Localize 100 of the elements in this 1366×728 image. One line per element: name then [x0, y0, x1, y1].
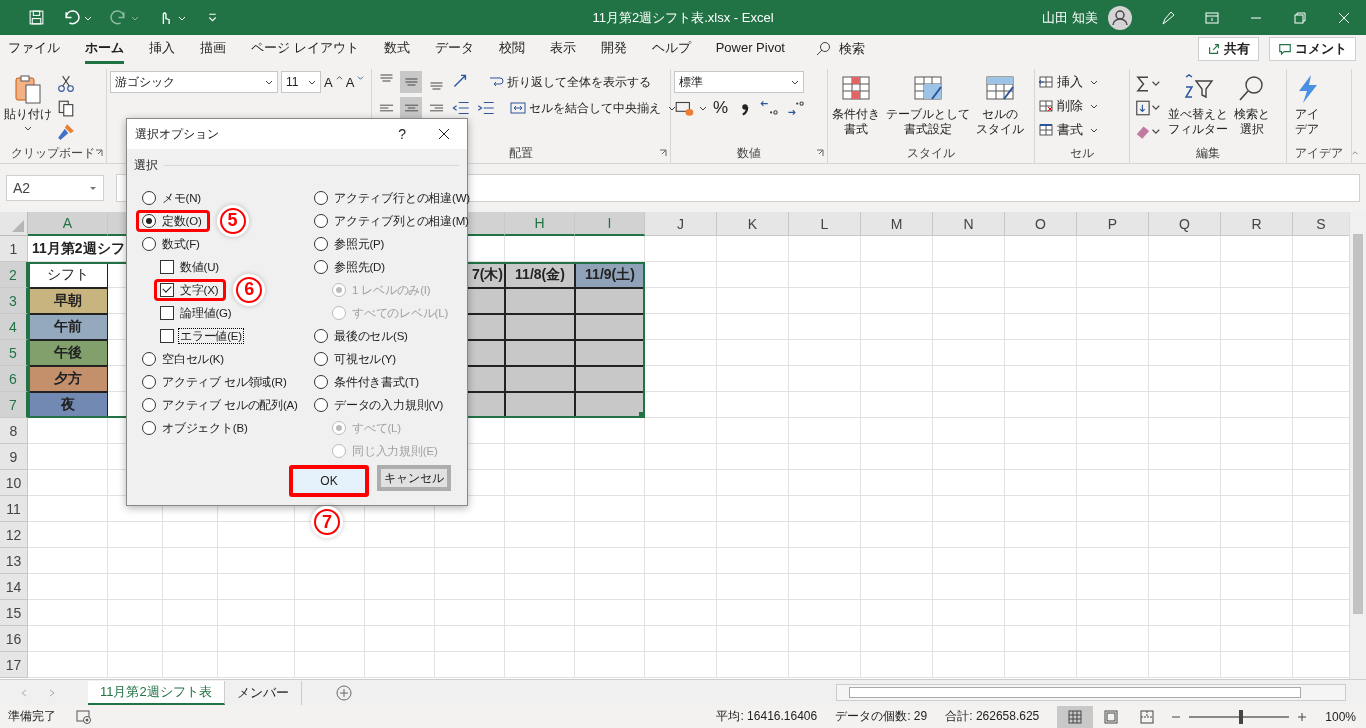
sheet-cell[interactable]	[789, 470, 861, 496]
sheet-cell[interactable]	[575, 236, 645, 262]
sheet-cell[interactable]	[717, 600, 789, 626]
radio-button[interactable]	[314, 213, 328, 228]
sheet-cell[interactable]	[1077, 418, 1149, 444]
sheet-cell[interactable]	[1149, 600, 1221, 626]
sheet-cell[interactable]	[1077, 522, 1149, 548]
radio-button[interactable]	[314, 351, 328, 366]
sheet-cell[interactable]	[1005, 366, 1077, 392]
ribbon-tab[interactable]: 数式	[383, 34, 410, 64]
sheet-cell[interactable]	[645, 548, 717, 574]
sheet-cell[interactable]	[861, 470, 933, 496]
radio-option[interactable]: 参照元(P)	[308, 232, 393, 255]
format-as-table-button[interactable]: テーブルとして 書式設定	[885, 71, 971, 139]
sheet-cell[interactable]	[1221, 548, 1293, 574]
search-icon[interactable]	[815, 41, 831, 57]
sheet-cell[interactable]	[1221, 626, 1293, 652]
checkbox[interactable]	[160, 259, 174, 274]
column-header[interactable]: M	[861, 212, 933, 236]
corner-triangle-icon[interactable]	[12, 220, 24, 232]
sheet-cell[interactable]	[789, 366, 861, 392]
radio-option[interactable]: 参照先(D)	[308, 255, 393, 278]
sheet-cell[interactable]	[505, 236, 575, 262]
ribbon-tab[interactable]: ヘルプ	[651, 34, 691, 64]
sheet-cell[interactable]	[1005, 418, 1077, 444]
sheet-cell[interactable]	[575, 418, 645, 444]
sheet-cell[interactable]	[1005, 444, 1077, 470]
sheet-cell[interactable]	[717, 496, 789, 522]
undo-icon[interactable]	[63, 9, 80, 26]
sheet-cell[interactable]	[1077, 314, 1149, 340]
sheet-cell[interactable]	[1077, 392, 1149, 418]
format-painter-icon[interactable]	[57, 123, 75, 141]
column-header[interactable]: L	[789, 212, 861, 236]
sheet-cell[interactable]	[645, 600, 717, 626]
ideas-button[interactable]: アイ デア	[1290, 71, 1324, 139]
sheet-cell[interactable]	[1221, 288, 1293, 314]
cell-styles-button[interactable]: セルの スタイル	[975, 71, 1025, 139]
sheet-cell[interactable]	[1221, 522, 1293, 548]
sheet-cell[interactable]	[789, 574, 861, 600]
ribbon-tab[interactable]: 挿入	[149, 34, 175, 64]
sheet-cell[interactable]	[505, 548, 575, 574]
radio-option[interactable]: 最後のセル(S)	[308, 324, 416, 347]
sheet-cell[interactable]	[933, 314, 1005, 340]
avatar-icon[interactable]	[1108, 5, 1132, 30]
ribbon-tab[interactable]: 校閲	[498, 34, 525, 64]
radio-option[interactable]: アクティブ行との相違(W)	[308, 186, 478, 209]
sheet-cell[interactable]	[645, 444, 717, 470]
sheet-cell[interactable]	[108, 652, 163, 678]
column-header[interactable]: A	[28, 212, 108, 236]
sheet-cell[interactable]	[1149, 262, 1221, 288]
sheet-cell[interactable]	[1149, 574, 1221, 600]
sheet-cell[interactable]	[1221, 496, 1293, 522]
sheet-cell[interactable]	[1077, 470, 1149, 496]
sheet-cell[interactable]	[505, 652, 575, 678]
ribbon-tab[interactable]: 開発	[600, 34, 627, 64]
sheet-cell[interactable]	[575, 444, 645, 470]
sheet-cell[interactable]	[1077, 262, 1149, 288]
row-header[interactable]: 12	[0, 522, 28, 548]
sheet-cell[interactable]	[861, 366, 933, 392]
sheet-cell[interactable]	[717, 652, 789, 678]
sheet-cell[interactable]	[1005, 600, 1077, 626]
sheet-cell[interactable]	[505, 496, 575, 522]
sheet-cell[interactable]	[365, 548, 435, 574]
sheet-cell[interactable]	[645, 522, 717, 548]
ok-button[interactable]: OK	[289, 465, 369, 497]
sheet-cell[interactable]	[1221, 236, 1293, 262]
insert-cells-button[interactable]: 挿入	[1038, 71, 1098, 93]
sheet-cell[interactable]	[717, 340, 789, 366]
sheet-cell[interactable]	[1149, 522, 1221, 548]
format-cells-button[interactable]: 書式	[1038, 119, 1098, 141]
sheet-cell[interactable]	[933, 548, 1005, 574]
sheet-cell[interactable]	[1005, 522, 1077, 548]
sheet-cell[interactable]	[1077, 340, 1149, 366]
sheet-cell[interactable]	[789, 444, 861, 470]
sheet-cell[interactable]	[218, 574, 295, 600]
sheet-cell[interactable]	[645, 340, 717, 366]
sheet-cell[interactable]	[1005, 548, 1077, 574]
sheet-cell[interactable]	[1149, 652, 1221, 678]
vertical-scrollbar[interactable]	[1349, 212, 1366, 679]
sheet-cell[interactable]	[1221, 444, 1293, 470]
close-icon[interactable]	[438, 128, 450, 140]
select-all-corner[interactable]	[0, 212, 28, 236]
sheet-cell[interactable]	[861, 522, 933, 548]
row-header[interactable]: 4	[0, 314, 28, 340]
checkbox[interactable]	[160, 305, 174, 320]
sheet-cell[interactable]	[933, 340, 1005, 366]
sheet-cell[interactable]	[108, 574, 163, 600]
row-header[interactable]: 1	[0, 236, 28, 262]
sheet-cell[interactable]	[295, 548, 365, 574]
name-box[interactable]: A2	[6, 175, 104, 201]
sheet-cell[interactable]	[861, 314, 933, 340]
sheet-cell[interactable]	[435, 574, 505, 600]
sheet-cell[interactable]	[789, 262, 861, 288]
sheet-cell[interactable]	[645, 470, 717, 496]
sheet-cell[interactable]	[933, 392, 1005, 418]
ribbon-tab[interactable]: ホーム	[85, 34, 124, 64]
sheet-cell[interactable]	[575, 652, 645, 678]
sheet-cell[interactable]	[717, 314, 789, 340]
sheet-cell[interactable]	[218, 522, 295, 548]
sheet-cell[interactable]	[933, 288, 1005, 314]
